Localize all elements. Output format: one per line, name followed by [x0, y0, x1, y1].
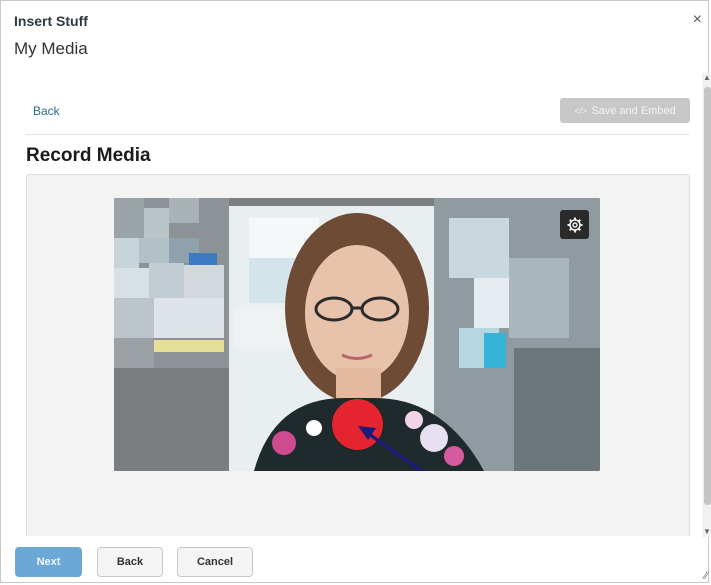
webcam-preview	[114, 198, 600, 471]
scrollbar-thumb[interactable]	[704, 87, 711, 505]
insert-stuff-dialog: Insert Stuff × My Media Back </> Save an…	[0, 0, 711, 584]
scroll-down-icon[interactable]: ▼	[703, 527, 711, 537]
divider	[26, 134, 690, 135]
save-and-embed-button[interactable]: </> Save and Embed	[560, 98, 690, 123]
next-button[interactable]: Next	[15, 547, 82, 577]
back-button[interactable]: Back	[97, 547, 163, 577]
annotation-arrow-icon	[358, 426, 425, 471]
scroll-up-icon[interactable]: ▲	[703, 73, 711, 83]
dialog-title: Insert Stuff	[14, 13, 88, 29]
close-icon[interactable]: ×	[693, 11, 702, 29]
dialog-footer: Next Back Cancel ⁄⁄	[1, 538, 710, 584]
code-icon: </>	[574, 105, 588, 116]
vertical-scrollbar[interactable]: ▲ ▼	[702, 73, 711, 537]
dialog-subtitle: My Media	[14, 39, 88, 58]
back-link[interactable]: Back	[33, 104, 60, 118]
save-and-embed-label: Save and Embed	[591, 104, 676, 117]
cancel-button[interactable]: Cancel	[177, 547, 253, 577]
section-title: Record Media	[26, 145, 151, 166]
resize-handle-icon[interactable]: ⁄⁄	[704, 570, 708, 582]
